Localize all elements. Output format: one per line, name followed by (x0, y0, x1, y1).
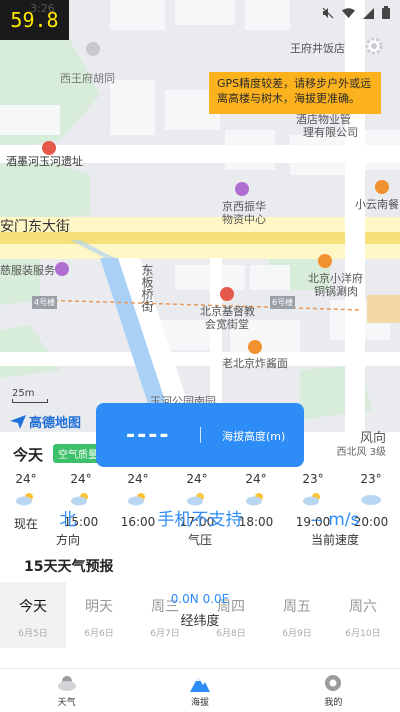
map-label-xiwang: 西王府胡同 (60, 72, 115, 85)
cloudy-sun-icon (245, 491, 267, 506)
map-scale-label: 25m (12, 388, 35, 399)
map-label-road-4: 4号楼 (32, 296, 58, 309)
map-label-road-6: 6号楼 (270, 296, 296, 309)
map-label-jingxi-2: 物资中心 (222, 213, 266, 226)
status-icons (322, 4, 390, 23)
map-view[interactable]: 王府井饭店 西王府胡同 酒店物业管 理有限公司 酒墨河玉河遗址 京西振华 物资中… (0, 0, 400, 440)
altitude-value: ---- (126, 423, 171, 448)
map-label-church-2: 会宽街堂 (205, 318, 249, 331)
pressure-value: 手机不支持 (157, 510, 243, 530)
speed-label: 当前速度 (310, 533, 359, 547)
battery-icon (382, 4, 390, 23)
hour-temp: 24° (186, 472, 208, 486)
status-time: 3:26 (30, 2, 55, 15)
mountain-icon (189, 673, 211, 693)
map-label-church-1: 北京基督教 (200, 305, 255, 318)
poi-church-icon[interactable] (220, 287, 234, 301)
map-logo: 高德地图 (10, 412, 81, 431)
coordinates-value: 0.0N 0.0E (170, 592, 230, 606)
hour-item: 24° 现在 (1, 472, 51, 532)
map-label-xiaoyangfu-1: 北京小洋府 (308, 272, 363, 285)
altitude-label: 海拔高度(m) (222, 430, 286, 443)
nav-mine-label: 我的 (324, 698, 343, 708)
cloudy-sun-icon (15, 491, 37, 506)
nav-altitude[interactable]: 海拔 (133, 669, 266, 712)
nav-weather-label: 天气 (57, 698, 76, 708)
direction-value: 北 (59, 510, 77, 530)
hour-temp: 24° (245, 472, 267, 486)
pressure-label: 气压 (187, 533, 212, 547)
map-label-shop: 慈服装服务 (0, 264, 55, 277)
signal-icon (363, 4, 374, 23)
wind-info: 风向 西北风 3级 (336, 432, 386, 460)
hour-temp: 23° (360, 472, 382, 486)
map-label-andong: 安门东大街 (0, 219, 70, 235)
hour-temp: 24° (70, 472, 92, 486)
poi-pin-icon[interactable] (86, 42, 100, 56)
wifi-icon (342, 4, 355, 23)
poi-food-icon-2[interactable] (318, 254, 332, 268)
weather-cloud-icon (56, 673, 78, 693)
map-scale-bar (12, 399, 48, 403)
altitude-card: ---- 海拔高度(m) (96, 403, 304, 467)
pressure-stat: 手机不支持 气压 (145, 511, 255, 548)
altitude-divider (200, 427, 201, 443)
weather-panel: 今天 空气质量 风向 西北风 3级 24° 现在 24° 15:00 24° 1… (0, 432, 400, 668)
coordinates-stat: 0.0N 0.0E 经纬度 (0, 592, 400, 629)
direction-label: 方向 (55, 533, 80, 547)
poi-landmark-icon[interactable] (42, 141, 56, 155)
profile-gear-icon (322, 673, 344, 693)
nav-altitude-label: 海拔 (190, 698, 209, 708)
map-label-yuhe: 酒墨河玉河遗址 (6, 155, 83, 168)
map-label-donganqiao: 东板桥街 (140, 264, 154, 312)
wind-level: 西北风 3级 (336, 447, 386, 458)
map-logo-text: 高德地图 (29, 416, 82, 431)
cloudy-sun-icon (70, 491, 92, 506)
hour-temp: 23° (302, 472, 324, 486)
poi-food-icon-3[interactable] (248, 340, 262, 354)
poi-food-icon[interactable] (375, 180, 389, 194)
map-label-property-2: 理有限公司 (303, 126, 358, 139)
map-label-wangfu: 王府井饭店 (290, 42, 345, 55)
nav-mine[interactable]: 我的 (267, 669, 400, 712)
gear-icon[interactable] (364, 36, 384, 56)
nav-weather[interactable]: 天气 (0, 669, 133, 712)
today-label: 今天 (13, 446, 44, 464)
bottom-nav: 天气 海拔 我的 (0, 668, 400, 712)
poi-shopping-icon[interactable] (235, 182, 249, 196)
map-label-xiaoyangfu-2: 铜锅涮肉 (314, 285, 358, 298)
poi-shopping-icon-2[interactable] (55, 262, 69, 276)
cloudy-icon (360, 491, 382, 505)
hour-temp: 24° (127, 472, 149, 486)
map-label-zhajiang: 老北京炸酱面 (222, 357, 288, 370)
direction-stat: 北 方向 (48, 511, 88, 548)
hour-time: 现在 (13, 517, 38, 531)
gps-warning: GPS精度较差，请移步户外或远离高楼与树木，海拔更准确。 (209, 72, 381, 114)
wind-direction-title: 风向 (359, 431, 386, 446)
speed-value: -- m/s (310, 510, 360, 530)
map-label-property-1: 酒店物业管 (296, 113, 351, 126)
mute-icon (322, 4, 334, 23)
navigation-arrow-icon (10, 414, 26, 429)
speed-stat: -- m/s 当前速度 (295, 511, 375, 548)
coordinates-label: 经纬度 (180, 614, 220, 629)
cloudy-sun-icon (302, 491, 324, 506)
forecast-title: 15天天气预报 (24, 559, 114, 575)
hour-temp: 24° (15, 472, 37, 486)
cloudy-sun-icon (186, 491, 208, 506)
cloudy-sun-icon (127, 491, 149, 506)
map-label-xiaoyun: 小云南餐 (355, 198, 399, 211)
map-label-jingxi-1: 京西振华 (222, 200, 266, 213)
